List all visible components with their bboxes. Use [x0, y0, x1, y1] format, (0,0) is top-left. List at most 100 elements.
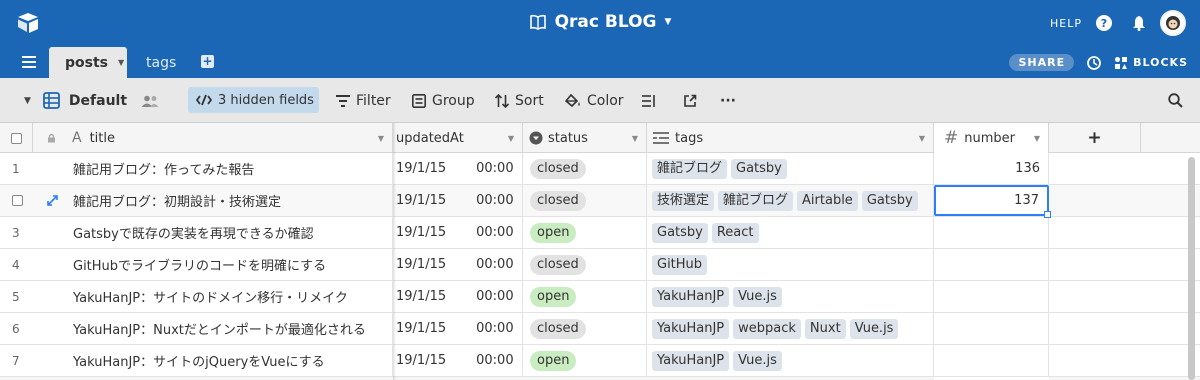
cell-tags[interactable]: YakuHanJP Vue.js [647, 281, 934, 312]
cell-number[interactable] [934, 249, 1049, 280]
cell-status[interactable]: closed [523, 313, 647, 344]
column-header-title[interactable]: A title ▼ [33, 123, 393, 153]
date-text: 19/1/15 [396, 161, 447, 176]
cell-updatedAt[interactable]: 19/1/15 00:00 [393, 345, 523, 376]
help-label[interactable]: HELP [1050, 17, 1082, 30]
date-text: 19/1/15 [396, 289, 447, 304]
cell-title[interactable]: Gatsbyで既存の実装を再現できるか確認 [69, 217, 393, 248]
bell-icon[interactable] [1132, 15, 1146, 31]
cell-number[interactable]: 136 [934, 153, 1049, 184]
row-checkbox[interactable] [12, 195, 23, 206]
cell-status[interactable]: open [523, 345, 647, 376]
checkbox-icon [10, 132, 22, 144]
color-button[interactable]: Color [565, 78, 624, 123]
table-row[interactable]: 6 YakuHanJP：Nuxtだとインポートが最適化される 19/1/15 00:0… [0, 313, 1200, 345]
search-icon[interactable] [1168, 93, 1183, 108]
cell-status[interactable]: closed [523, 249, 647, 280]
view-switcher[interactable]: ▼ Default [24, 78, 159, 123]
row-number-cell[interactable]: 7 [0, 345, 69, 376]
table-row[interactable]: 1 雑記用ブログ：作ってみた報告 19/1/15 00:00 closed 雑記ブログ Ga… [0, 153, 1200, 185]
cell-status[interactable]: closed [523, 185, 647, 216]
cell-title[interactable]: 雑記用ブログ：初期設計・技術選定 [69, 185, 393, 216]
tab-posts[interactable]: posts ▼ [49, 47, 127, 78]
row-number-cell[interactable]: 3 [0, 217, 69, 248]
blocks-button[interactable]: BLOCKS [1114, 56, 1188, 70]
column-header-row: A title ▼ updatedAt ▼ status ▼ tags ▼ # … [0, 123, 1200, 153]
title-text: 雑記用ブログ：作ってみた報告 [73, 163, 255, 178]
row-number-cell[interactable]: 6 [0, 313, 69, 344]
cell-number[interactable] [934, 313, 1049, 344]
history-icon[interactable] [1086, 55, 1102, 71]
cell-title[interactable]: YakuHanJP：サイトのjQueryをVueにする [69, 345, 393, 376]
vertical-scrollbar[interactable] [1188, 157, 1195, 380]
cell-status[interactable]: closed [523, 153, 647, 184]
row-number: 7 [12, 353, 20, 368]
cell-title[interactable]: GitHubでライブラリのコードを明確にする [69, 249, 393, 280]
cell-number[interactable]: 137 [934, 185, 1049, 216]
filter-label: Filter [356, 92, 391, 109]
table-row[interactable]: 4 GitHubでライブラリのコードを明確にする 19/1/15 00:00 close… [0, 249, 1200, 281]
cell-updatedAt[interactable]: 19/1/15 00:00 [393, 249, 523, 280]
base-title[interactable]: Qrac BLOG ▼ [0, 12, 1200, 32]
table-row[interactable]: 3 Gatsbyで既存の実装を再現できるか確認 19/1/15 00:00 open Ga… [0, 217, 1200, 249]
cell-tags[interactable]: 技術選定 雑記ブログ Airtable Gatsby [647, 185, 934, 216]
add-table-icon[interactable]: + [201, 55, 214, 68]
cell-number[interactable] [934, 345, 1049, 376]
cell-title[interactable]: YakuHanJP：Nuxtだとインポートが最適化される [69, 313, 393, 344]
row-number-cell[interactable]: 1 [0, 153, 69, 184]
more-options-button[interactable]: ··· [720, 78, 736, 123]
cell-updatedAt[interactable]: 19/1/15 00:00 [393, 281, 523, 312]
column-header-number[interactable]: # number ▼ [934, 123, 1049, 153]
select-all-checkbox[interactable] [0, 123, 33, 153]
table-row[interactable]: 7 YakuHanJP：サイトのjQueryをVueにする 19/1/15 00:00… [0, 345, 1200, 377]
cell-status[interactable]: open [523, 281, 647, 312]
chevron-down-icon[interactable]: ▼ [919, 134, 925, 143]
table-row[interactable]: 雑記用ブログ：初期設計・技術選定 19/1/15 00:00 closed 技術選定 雑記… [0, 185, 1200, 217]
share-button[interactable]: SHARE [1009, 54, 1075, 71]
chevron-down-icon[interactable]: ▼ [632, 134, 638, 143]
row-number-cell[interactable]: 4 [0, 249, 69, 280]
group-button[interactable]: Group [412, 78, 475, 123]
cell-number[interactable] [934, 281, 1049, 312]
tab-tags[interactable]: tags [146, 47, 176, 78]
title-text: Gatsbyで既存の実装を再現できるか確認 [73, 227, 314, 242]
cell-updatedAt[interactable]: 19/1/15 00:00 [393, 185, 523, 216]
cell-tags[interactable]: 雑記ブログ Gatsby [647, 153, 934, 184]
blocks-label: BLOCKS [1133, 56, 1188, 69]
tag-chip: YakuHanJP [652, 318, 730, 339]
share-view-button[interactable] [683, 78, 697, 123]
table-row[interactable]: 5 YakuHanJP：サイトのドメイン移行・リメイク 19/1/15 00:00 op… [0, 281, 1200, 313]
records-grid: A title ▼ updatedAt ▼ status ▼ tags ▼ # … [0, 123, 1200, 380]
add-field-button[interactable]: + [1049, 123, 1141, 153]
column-header-status[interactable]: status ▼ [523, 123, 647, 153]
cell-number[interactable] [934, 217, 1049, 248]
row-number-cell[interactable]: 5 [0, 281, 69, 312]
column-header-updatedAt[interactable]: updatedAt ▼ [393, 123, 523, 153]
cell-updatedAt[interactable]: 19/1/15 00:00 [393, 153, 523, 184]
chevron-down-icon[interactable]: ▼ [378, 134, 384, 143]
column-header-tags[interactable]: tags ▼ [647, 123, 934, 153]
tag-chip: webpack [733, 318, 801, 339]
cell-tags[interactable]: YakuHanJP webpack Nuxt Vue.js [647, 313, 934, 344]
avatar[interactable] [1160, 10, 1186, 36]
chevron-down-icon[interactable]: ▼ [508, 134, 514, 143]
hidden-fields-button[interactable]: 3 hidden fields [188, 87, 319, 113]
chevron-down-icon[interactable]: ▼ [118, 58, 124, 67]
cell-updatedAt[interactable]: 19/1/15 00:00 [393, 217, 523, 248]
row-number-cell[interactable] [0, 185, 69, 216]
filter-button[interactable]: Filter [336, 78, 391, 123]
cell-status[interactable]: open [523, 217, 647, 248]
help-icon[interactable]: ? [1096, 15, 1112, 31]
cell-updatedAt[interactable]: 19/1/15 00:00 [393, 313, 523, 344]
row-height-button[interactable] [642, 78, 656, 123]
expand-record-icon[interactable] [47, 195, 58, 206]
fill-handle[interactable] [1044, 211, 1051, 218]
cell-tags[interactable]: Gatsby React [647, 217, 934, 248]
cell-title[interactable]: YakuHanJP：サイトのドメイン移行・リメイク [69, 281, 393, 312]
cell-title[interactable]: 雑記用ブログ：作ってみた報告 [69, 153, 393, 184]
hamburger-menu-icon[interactable] [22, 56, 36, 68]
cell-tags[interactable]: GitHub [647, 249, 934, 280]
cell-tags[interactable]: YakuHanJP Vue.js [647, 345, 934, 376]
sort-button[interactable]: Sort [495, 78, 544, 123]
chevron-down-icon[interactable]: ▼ [1034, 134, 1040, 143]
